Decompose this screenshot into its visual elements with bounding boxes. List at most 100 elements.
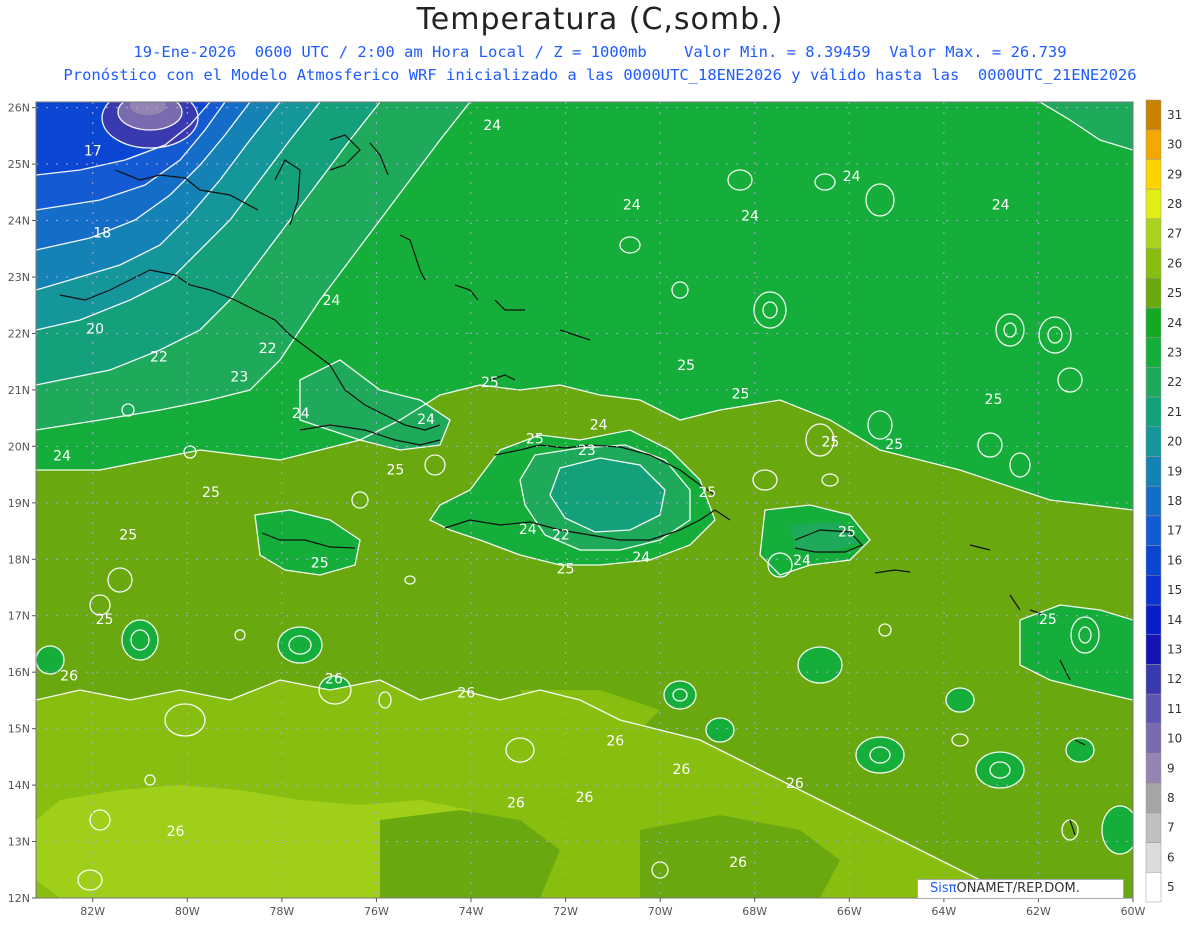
contour-label: 20 [86, 321, 104, 337]
legend-label: 6 [1167, 850, 1175, 864]
contour-label: 24 [632, 550, 650, 566]
lat-label: 24N [8, 215, 30, 228]
legend-swatch [1145, 842, 1162, 873]
contour-label: 22 [150, 350, 168, 366]
contour-label: 26 [167, 824, 185, 840]
legend-label: 31 [1167, 108, 1182, 122]
lon-label: 70W [648, 905, 673, 918]
lon-label: 64W [931, 905, 956, 918]
legend-swatch [1145, 693, 1162, 725]
credit-box: SisπONAMET/REP.DOM. [917, 879, 1124, 899]
legend-label: 24 [1167, 316, 1182, 330]
legend-label: 16 [1167, 553, 1182, 567]
contour-label: 26 [60, 669, 78, 685]
lat-label: 12N [8, 892, 30, 905]
contour-label: 25 [202, 485, 220, 501]
legend-label: 28 [1167, 197, 1182, 211]
lon-label: 80W [175, 905, 200, 918]
temperature-map: 82W 80W 78W 76W 74W 72W 70W 68W 66W 64W 62W 60W 26N 2… [8, 99, 1182, 918]
contour-label: 25 [557, 561, 575, 577]
lon-label: 76W [364, 905, 389, 918]
contour-label: 24 [323, 293, 341, 309]
legend-label: 5 [1167, 880, 1175, 894]
legend-swatch [1145, 218, 1162, 249]
legend-label: 20 [1167, 435, 1182, 449]
contour-label: 26 [729, 855, 747, 871]
legend-label: 14 [1167, 613, 1182, 627]
lat-label: 26N [8, 102, 30, 115]
contour-label: 24 [992, 197, 1010, 213]
contour-label: 24 [793, 553, 811, 569]
legend-swatch [1145, 575, 1162, 606]
legend-label: 7 [1167, 821, 1175, 835]
lat-label: 16N [8, 666, 30, 679]
contour-label: 24 [843, 169, 861, 185]
legend-swatch [1145, 248, 1162, 279]
lat-label: 14N [8, 779, 30, 792]
lon-label: 62W [1026, 905, 1051, 918]
legend-swatch [1145, 367, 1162, 398]
legend-label: 18 [1167, 494, 1182, 508]
legend-label: 17 [1167, 524, 1182, 538]
lon-label: 82W [80, 905, 105, 918]
legend-swatch [1145, 426, 1162, 457]
contour-label: 25 [526, 432, 544, 448]
contour-label: 24 [483, 118, 501, 134]
lat-label: 19N [8, 497, 30, 510]
legend-label: 15 [1167, 583, 1182, 597]
legend-label: 23 [1167, 345, 1182, 359]
legend-swatch [1145, 188, 1162, 220]
legend-label: 21 [1167, 405, 1182, 419]
legend-swatch [1145, 515, 1162, 546]
legend-swatch [1145, 337, 1162, 368]
legend-swatch [1145, 396, 1162, 427]
contour-label: 24 [292, 406, 310, 422]
contour-label: 26 [786, 776, 804, 792]
legend-label: 11 [1167, 702, 1182, 716]
contour-label: 24 [519, 522, 537, 538]
contour-label: 25 [386, 463, 404, 479]
legend-swatch [1145, 634, 1162, 665]
legend-label: 30 [1167, 138, 1182, 152]
legend-swatch [1145, 545, 1162, 576]
contour-label: 22 [259, 341, 277, 357]
legend-swatch [1145, 664, 1162, 695]
contour-label: 18 [93, 225, 111, 241]
legend-swatch [1145, 485, 1162, 517]
legend-label: 8 [1167, 791, 1175, 805]
sis-logo-text: Sisπ [930, 881, 957, 896]
legend-label: 25 [1167, 286, 1182, 300]
contour-label: 25 [96, 612, 114, 628]
lat-label: 22N [8, 327, 30, 340]
lat-label: 13N [8, 836, 30, 849]
credit-text: ONAMET/REP.DOM. [956, 881, 1080, 896]
contour-label: 26 [576, 790, 594, 806]
legend-swatch [1145, 753, 1162, 784]
legend-swatch [1145, 723, 1162, 754]
lon-label: 68W [742, 905, 767, 918]
contour-label: 23 [230, 369, 248, 385]
lat-label: 25N [8, 158, 30, 171]
contour-label: 25 [985, 392, 1003, 408]
contour-label: 23 [578, 443, 596, 459]
lon-label: 74W [459, 905, 484, 918]
contour-label: 25 [677, 358, 695, 374]
legend-swatch [1145, 129, 1162, 160]
legend-swatch [1145, 604, 1162, 635]
contour-label: 24 [590, 417, 608, 433]
legend-label: 22 [1167, 375, 1182, 389]
contour-label: 25 [1039, 612, 1057, 628]
lon-label: 72W [553, 905, 578, 918]
legend-label: 29 [1167, 167, 1182, 181]
legend-swatch [1145, 277, 1162, 309]
legend-label: 19 [1167, 464, 1182, 478]
lat-label: 15N [8, 723, 30, 736]
legend-swatch [1145, 307, 1162, 338]
legend-label: 9 [1167, 761, 1175, 775]
contour-label: 25 [481, 375, 499, 391]
legend-label: 26 [1167, 256, 1182, 270]
lon-label: 66W [837, 905, 862, 918]
contour-label: 17 [84, 144, 102, 160]
legend-label: 13 [1167, 643, 1182, 657]
contour-label: 25 [885, 437, 903, 453]
